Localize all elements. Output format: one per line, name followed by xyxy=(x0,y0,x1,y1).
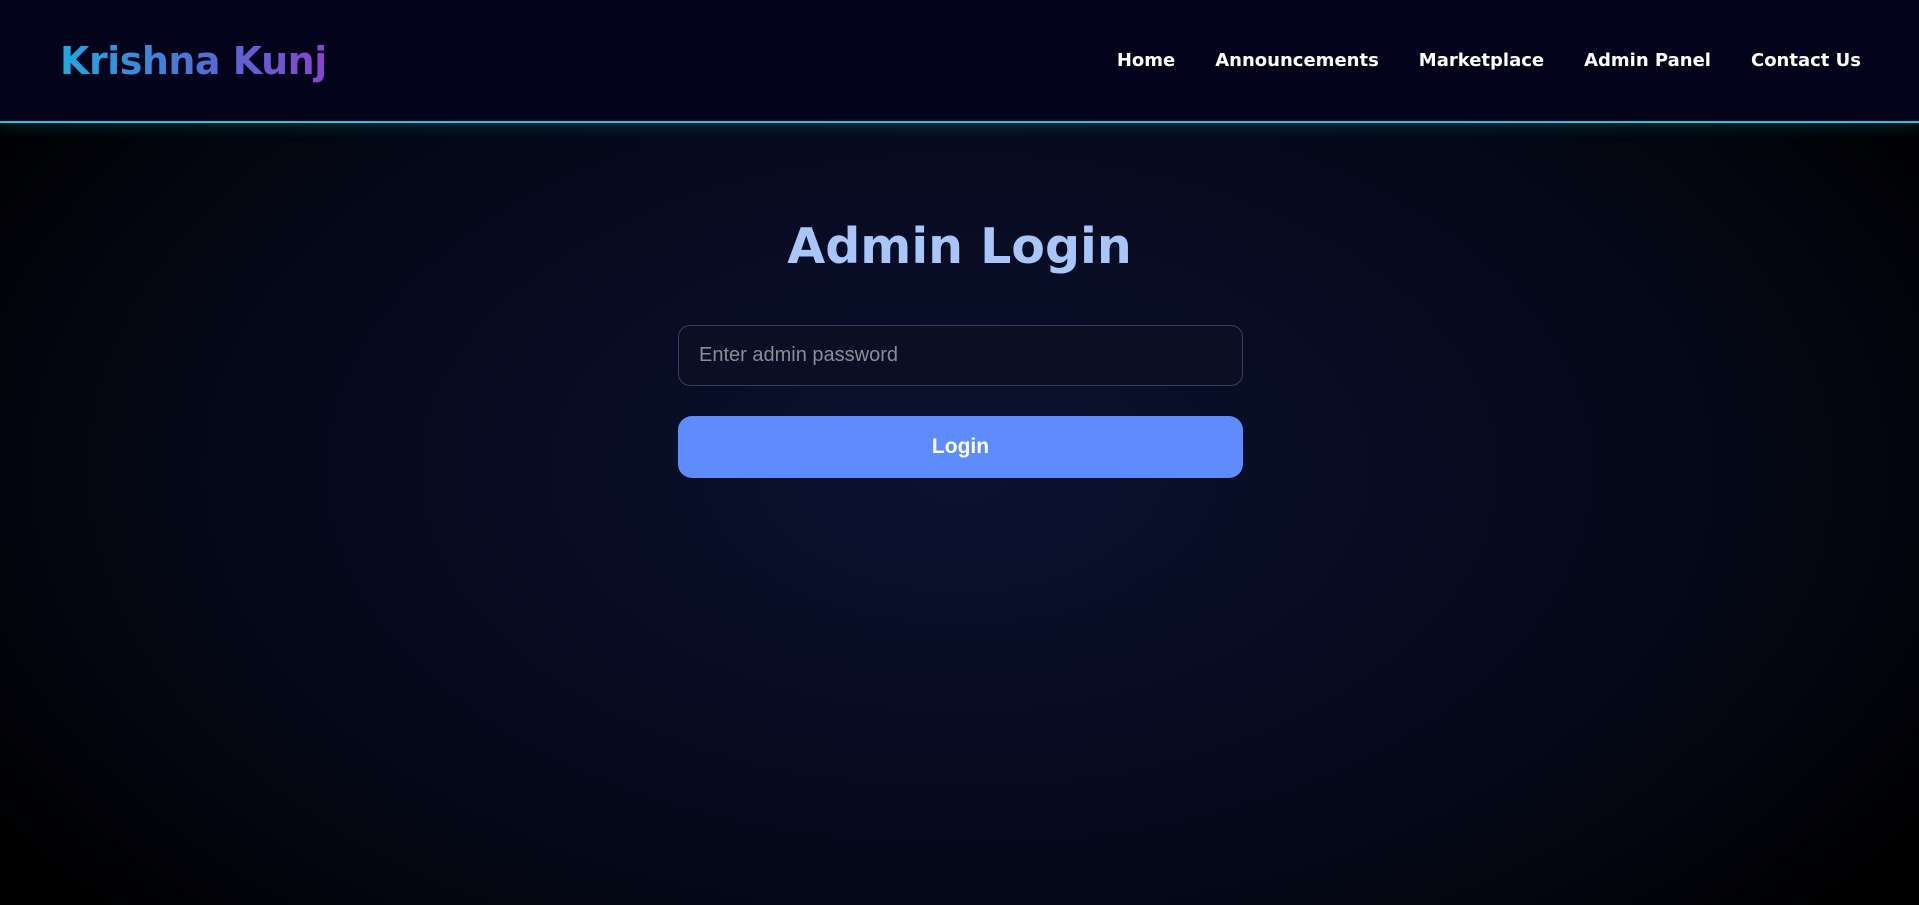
admin-password-input[interactable] xyxy=(678,325,1243,386)
brand-logo[interactable]: Krishna Kunj xyxy=(60,38,327,84)
nav-link-marketplace[interactable]: Marketplace xyxy=(1419,48,1544,74)
nav-link-contact-us[interactable]: Contact Us xyxy=(1751,48,1861,74)
nav-link-home[interactable]: Home xyxy=(1117,48,1175,74)
nav-links: Home Announcements Marketplace Admin Pan… xyxy=(1117,48,1861,74)
top-navbar: Krishna Kunj Home Announcements Marketpl… xyxy=(0,0,1919,123)
nav-link-admin-panel[interactable]: Admin Panel xyxy=(1584,48,1711,74)
nav-link-announcements[interactable]: Announcements xyxy=(1215,48,1379,74)
login-button[interactable]: Login xyxy=(678,416,1243,478)
page-title: Admin Login xyxy=(787,218,1132,275)
